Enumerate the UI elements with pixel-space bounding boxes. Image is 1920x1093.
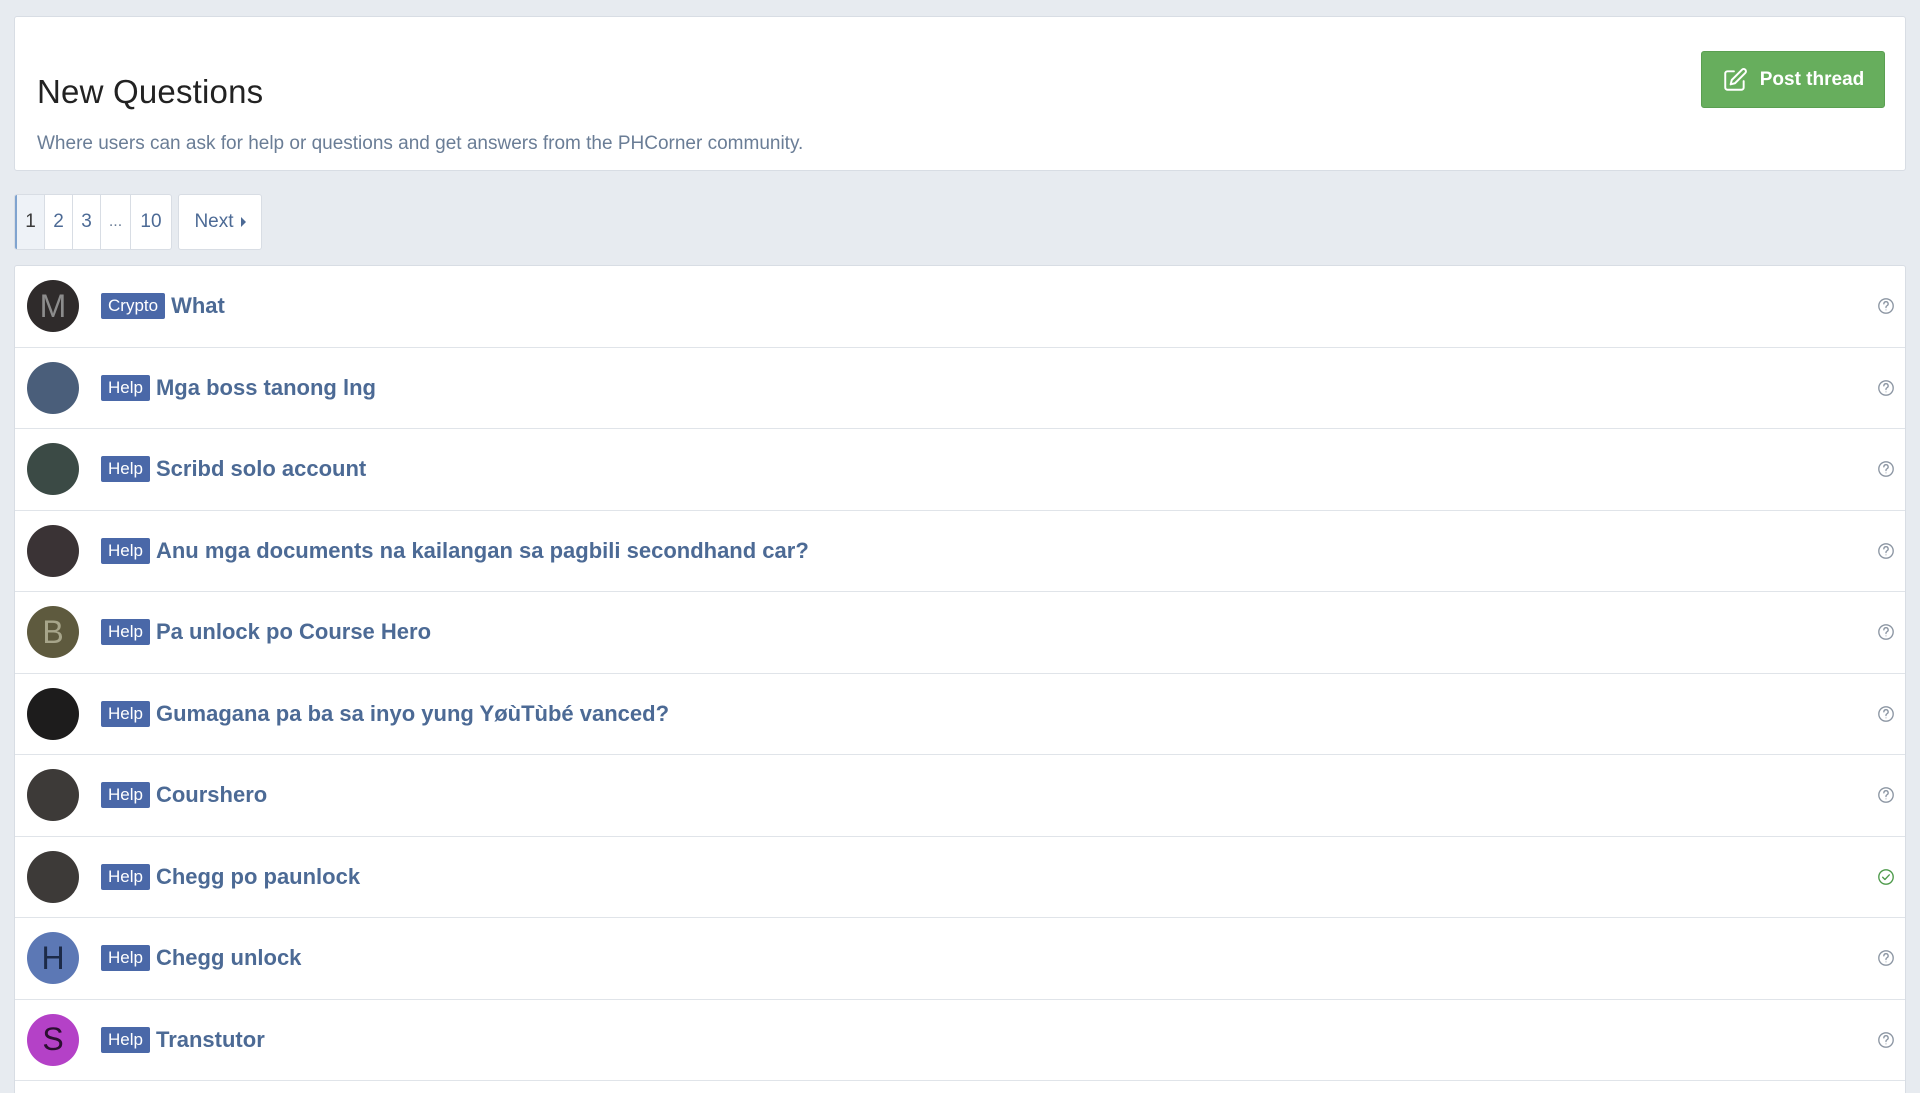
question-icon	[1877, 542, 1895, 560]
thread-row: Help Courshero	[15, 755, 1905, 837]
thread-main: Help Courshero	[101, 782, 267, 809]
avatar[interactable]	[27, 524, 79, 577]
caret-right-icon	[240, 217, 246, 227]
thread-title-link[interactable]: Courshero	[156, 782, 267, 808]
thread-main: Help Transtutor	[101, 1026, 265, 1053]
thread-list: M Crypto What Help Mga boss tanong lng Help Sc…	[14, 265, 1906, 1093]
question-icon	[1877, 623, 1895, 641]
question-icon	[1877, 949, 1895, 967]
thread-main: Help Scribd solo account	[101, 456, 366, 483]
next-page-button[interactable]: Next	[178, 194, 262, 250]
page-link-1[interactable]: 1	[15, 195, 45, 249]
thread-title-link[interactable]: Anu mga documents na kailangan sa pagbil…	[156, 538, 809, 564]
thread-title-link[interactable]: Transtutor	[156, 1027, 265, 1053]
thread-row: M Crypto What	[15, 266, 1905, 348]
next-page-label: Next	[194, 211, 234, 232]
avatar[interactable]: B	[27, 606, 79, 659]
question-icon	[1877, 379, 1895, 397]
thread-row: Help Mga boss tanong lng	[15, 348, 1905, 429]
avatar[interactable]	[27, 850, 79, 903]
question-icon	[1877, 786, 1895, 804]
edit-icon	[1724, 67, 1747, 91]
thread-title-link[interactable]: Pa unlock po Course Hero	[156, 619, 431, 645]
thread-prefix-label[interactable]: Help	[101, 700, 150, 727]
thread-row: Help Scribd solo account	[15, 429, 1905, 511]
thread-main: Help Chegg unlock	[101, 945, 301, 972]
thread-title-link[interactable]: Scribd solo account	[156, 456, 366, 482]
question-icon	[1877, 705, 1895, 723]
thread-main: Help Anu mga documents na kailangan sa pa…	[101, 537, 809, 564]
thread-prefix-label[interactable]: Help	[101, 456, 150, 483]
avatar[interactable]	[27, 769, 79, 822]
page-number-group: 1 2 3... 10	[14, 194, 172, 250]
solved-check-icon	[1877, 868, 1895, 886]
thread-row: S Help Transtutor	[15, 1000, 1905, 1081]
thread-prefix-label[interactable]: Help	[101, 619, 150, 646]
post-thread-button[interactable]: Post thread	[1701, 51, 1885, 108]
question-icon	[1877, 460, 1895, 478]
avatar[interactable]	[27, 443, 79, 496]
forum-header: New Questions Where users can ask for he…	[14, 16, 1906, 171]
page-link-3[interactable]: 3	[73, 195, 101, 249]
avatar[interactable]: S	[27, 1013, 79, 1066]
thread-prefix-label[interactable]: Help	[101, 537, 150, 564]
question-icon	[1877, 1031, 1895, 1049]
avatar[interactable]	[27, 687, 79, 740]
page-link-10[interactable]: 10	[131, 195, 171, 249]
page-link-2[interactable]: 2	[45, 195, 73, 249]
thread-row: Help Gumagana pa ba sa inyo yung YøùTùbé …	[15, 674, 1905, 755]
thread-row: Help Anu mga documents na kailangan sa pa…	[15, 511, 1905, 592]
avatar[interactable]	[27, 361, 79, 414]
thread-main: Help Chegg po paunlock	[101, 863, 360, 890]
thread-main: Help Pa unlock po Course Hero	[101, 619, 431, 646]
page: New Questions Where users can ask for he…	[0, 0, 1920, 1093]
thread-title-link[interactable]: Chegg unlock	[156, 945, 301, 971]
thread-title-link[interactable]: Mga boss tanong lng	[156, 375, 376, 401]
thread-title-link[interactable]: What	[171, 293, 225, 319]
thread-row: H Help Chegg unlock	[15, 918, 1905, 1000]
thread-title-link[interactable]: Chegg po paunlock	[156, 864, 360, 890]
thread-prefix-label[interactable]: Help	[101, 863, 150, 890]
post-thread-label: Post thread	[1759, 68, 1865, 90]
thread-prefix-label[interactable]: Help	[101, 782, 150, 809]
thread-main: Help Mga boss tanong lng	[101, 374, 376, 401]
avatar[interactable]: H	[27, 932, 79, 985]
thread-main: Crypto What	[101, 293, 225, 320]
page-description: Where users can ask for help or question…	[37, 133, 804, 154]
pagination: 1 2 3... 10 Next	[14, 194, 262, 250]
question-icon	[1877, 297, 1895, 315]
thread-title-link[interactable]: Gumagana pa ba sa inyo yung YøùTùbé vanc…	[156, 701, 669, 727]
thread-row: B Help Pa unlock po Course Hero	[15, 592, 1905, 674]
page-title: New Questions	[37, 73, 264, 110]
thread-prefix-label[interactable]: Help	[101, 374, 150, 401]
thread-prefix-label[interactable]: Crypto	[101, 293, 166, 320]
thread-prefix-label[interactable]: Help	[101, 1026, 150, 1053]
thread-row: Help Chegg po paunlock	[15, 837, 1905, 918]
page-ellipsis: ...	[101, 195, 131, 249]
thread-prefix-label[interactable]: Help	[101, 945, 150, 972]
avatar[interactable]: M	[27, 280, 79, 333]
thread-main: Help Gumagana pa ba sa inyo yung YøùTùbé …	[101, 700, 669, 727]
